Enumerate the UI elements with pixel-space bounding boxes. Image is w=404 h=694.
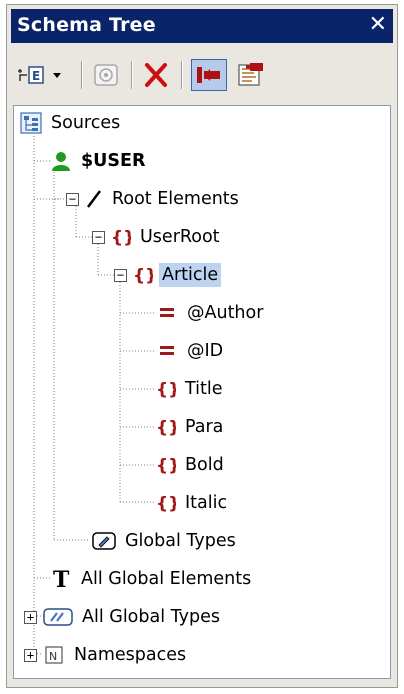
tree-node-id[interactable]: @ID [158,334,226,368]
slash-icon [85,188,103,210]
tree-node-bold[interactable]: {} Bold [156,448,227,482]
node-label: Bold [185,455,224,475]
tree-node-italic[interactable]: {} Italic [156,486,230,520]
schema-tree: Sources $USER − Root Elements − {} [13,105,391,679]
svg-text:{}: {} [156,456,176,476]
expand-icon[interactable]: + [24,610,37,624]
toolbar: E [11,49,393,99]
node-label: Sources [51,113,121,133]
svg-text:{}: {} [156,494,176,514]
namespace-icon: N [43,644,65,666]
map-icon [197,67,220,83]
schema-tree-panel: Schema Tree ✕ E Sources $USER − Root Ele… [6,4,398,688]
toolbar-separator [81,61,83,89]
node-label: Namespaces [74,645,187,665]
element-icon: {} [156,416,176,438]
node-label: Italic [185,493,228,513]
sources-icon [20,112,42,134]
panel-title: Schema Tree [17,14,156,36]
collapse-icon[interactable]: − [92,230,105,244]
element-icon: {} [133,264,153,286]
svg-text:E: E [32,69,40,83]
element-icon: {} [156,492,176,514]
tree-node-sources[interactable]: Sources [20,106,123,140]
attribute-icon [158,302,178,324]
tree-node-author[interactable]: @Author [158,296,266,330]
delete-button[interactable] [139,59,173,91]
tree-node-title[interactable]: {} Title [156,372,226,406]
node-label: @ID [187,341,224,361]
node-label: UserRoot [140,227,220,247]
add-element-icon: E [18,66,61,84]
svg-text:{}: {} [111,228,131,248]
add-element-button[interactable]: E [17,59,69,91]
disabled-icon [94,64,118,86]
expand-icon[interactable]: + [24,648,37,662]
node-label: $USER [81,151,146,171]
svg-text:T: T [53,568,70,590]
tree-node-user[interactable]: $USER [50,144,148,178]
node-label: All Global Types [82,607,220,627]
node-label: Root Elements [112,189,239,209]
tree-node-all-global-types[interactable]: + All Global Types [24,600,223,634]
node-label: Global Types [125,531,236,551]
types-icon [43,606,73,628]
element-icon: {} [156,454,176,476]
delete-icon [145,63,167,87]
text-t-icon: T [52,568,72,590]
tree-node-namespaces[interactable]: + N Namespaces [24,638,189,672]
chevron-down-icon [53,73,61,78]
user-icon [50,150,72,172]
tree-node-root-elements[interactable]: − Root Elements [66,182,242,216]
toolbar-separator [181,61,183,89]
schema-button[interactable] [233,59,269,91]
node-label: Article [159,263,222,287]
title-bar: Schema Tree ✕ [11,9,393,43]
schema-icon [238,63,263,86]
element-icon: {} [156,378,176,400]
type-icon [92,530,116,552]
tree-node-para[interactable]: {} Para [156,410,226,444]
element-icon: {} [111,226,131,248]
collapse-icon[interactable]: − [114,268,127,282]
node-label: @Author [187,303,264,323]
attribute-icon [158,340,178,362]
close-icon[interactable]: ✕ [369,12,387,38]
tree-node-article[interactable]: − {} Article [114,258,222,292]
svg-text:{}: {} [156,418,176,438]
node-label: All Global Elements [81,569,252,589]
tree-node-global-types[interactable]: Global Types [92,524,239,558]
map-button[interactable] [191,59,227,91]
node-label: Para [185,417,224,437]
svg-text:N: N [49,650,57,663]
tree-node-all-global-elements[interactable]: T All Global Elements [52,562,254,596]
tree-node-userroot[interactable]: − {} UserRoot [92,220,223,254]
disabled-button[interactable] [89,59,123,91]
node-label: Title [185,379,223,399]
collapse-icon[interactable]: − [66,192,79,206]
svg-text:{}: {} [156,380,176,400]
toolbar-separator [131,61,133,89]
svg-text:{}: {} [133,266,153,286]
